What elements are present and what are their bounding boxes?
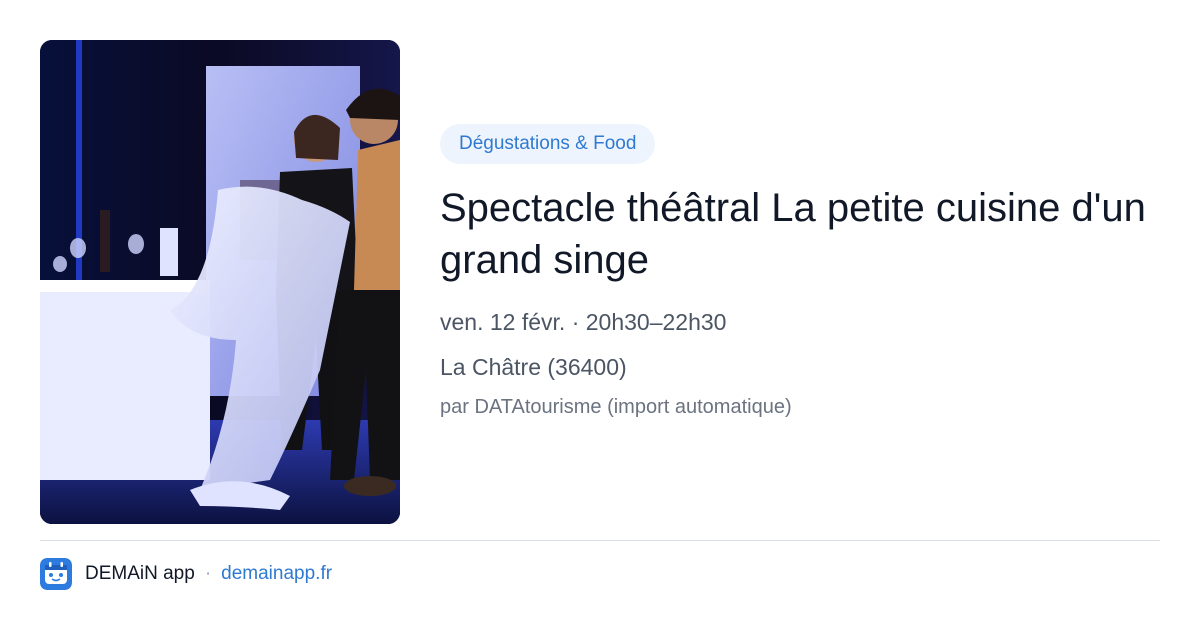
event-datetime: ven. 12 févr. · 20h30–22h30 [440,309,727,335]
footer-divider [40,540,1160,541]
app-footer: DEMAiN app · demainapp.fr [40,558,332,590]
event-photo[interactable] [40,40,400,524]
event-title[interactable]: Spectacle théâtral La petite cuisine d'u… [440,182,1160,286]
event-card: Dégustations & Food Spectacle théâtral L… [0,0,1200,630]
app-website-link[interactable]: demainapp.fr [221,563,332,585]
category-badge[interactable]: Dégustations & Food [440,124,656,164]
demain-app-icon[interactable] [40,558,72,590]
footer-separator: · [204,563,212,584]
event-source: par DATAtourisme (import automatique) [440,396,792,418]
event-location: La Châtre (36400) [440,354,627,380]
event-info: Dégustations & Food Spectacle théâtral L… [440,124,1170,420]
app-name: DEMAiN app [85,563,195,584]
